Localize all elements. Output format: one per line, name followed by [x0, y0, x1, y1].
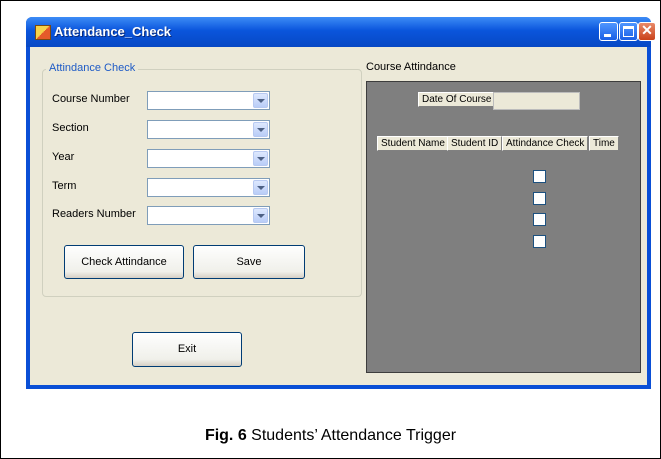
term-combo[interactable]: [147, 178, 270, 197]
window-title: Attendance_Check: [54, 24, 172, 39]
exit-button[interactable]: Exit: [132, 332, 242, 367]
close-icon: ✕: [641, 22, 653, 38]
year-combo[interactable]: [147, 149, 270, 168]
column-header-student-id: Student ID: [447, 136, 503, 151]
column-header-attendance-check: Attindance Check: [502, 136, 589, 151]
chevron-down-icon[interactable]: [253, 208, 268, 223]
chevron-down-icon[interactable]: [253, 122, 268, 137]
section-combo[interactable]: [147, 120, 270, 139]
course-number-label: Course Number: [52, 93, 130, 105]
attendance-grid[interactable]: Date Of Course Student Name Student ID A…: [366, 81, 641, 373]
date-of-course-input[interactable]: [493, 92, 580, 110]
group-title: Attindance Check: [46, 62, 139, 74]
term-label: Term: [52, 180, 77, 192]
date-of-course-label: Date Of Course: [418, 92, 496, 107]
minimize-button[interactable]: [599, 22, 618, 41]
attendance-checkbox[interactable]: [533, 213, 546, 226]
year-label: Year: [52, 151, 75, 163]
check-attendance-button[interactable]: Check Attindance: [64, 245, 184, 279]
maximize-icon: [623, 26, 634, 37]
course-number-combo[interactable]: [147, 91, 270, 110]
attendance-checkbox[interactable]: [533, 235, 546, 248]
section-label: Section: [52, 122, 89, 134]
figure-caption: Fig. 6 Students’ Attendance Trigger: [0, 427, 661, 445]
column-header-student-name: Student Name: [377, 136, 449, 151]
window-client-area: Attindance Check Course Number Section Y…: [30, 47, 647, 385]
attendance-window: Attendance_Check ✕ Attindance Check Cour…: [26, 17, 656, 389]
readers-number-label: Readers Number: [52, 208, 136, 220]
attendance-checkbox[interactable]: [533, 170, 546, 183]
title-bar[interactable]: Attendance_Check ✕: [26, 17, 656, 47]
column-header-time: Time: [589, 136, 619, 151]
chevron-down-icon[interactable]: [253, 151, 268, 166]
chevron-down-icon[interactable]: [253, 180, 268, 195]
save-button[interactable]: Save: [193, 245, 305, 279]
course-attendance-label: Course Attindance: [366, 61, 456, 73]
app-icon: [35, 25, 51, 40]
chevron-down-icon[interactable]: [253, 93, 268, 108]
readers-number-combo[interactable]: [147, 206, 270, 225]
attendance-checkbox[interactable]: [533, 192, 546, 205]
maximize-button[interactable]: [619, 22, 638, 41]
minimize-icon: [604, 34, 611, 37]
close-button[interactable]: ✕: [638, 22, 656, 41]
figure-caption-text: Students’ Attendance Trigger: [246, 427, 457, 444]
figure-number: Fig. 6: [204, 427, 247, 444]
